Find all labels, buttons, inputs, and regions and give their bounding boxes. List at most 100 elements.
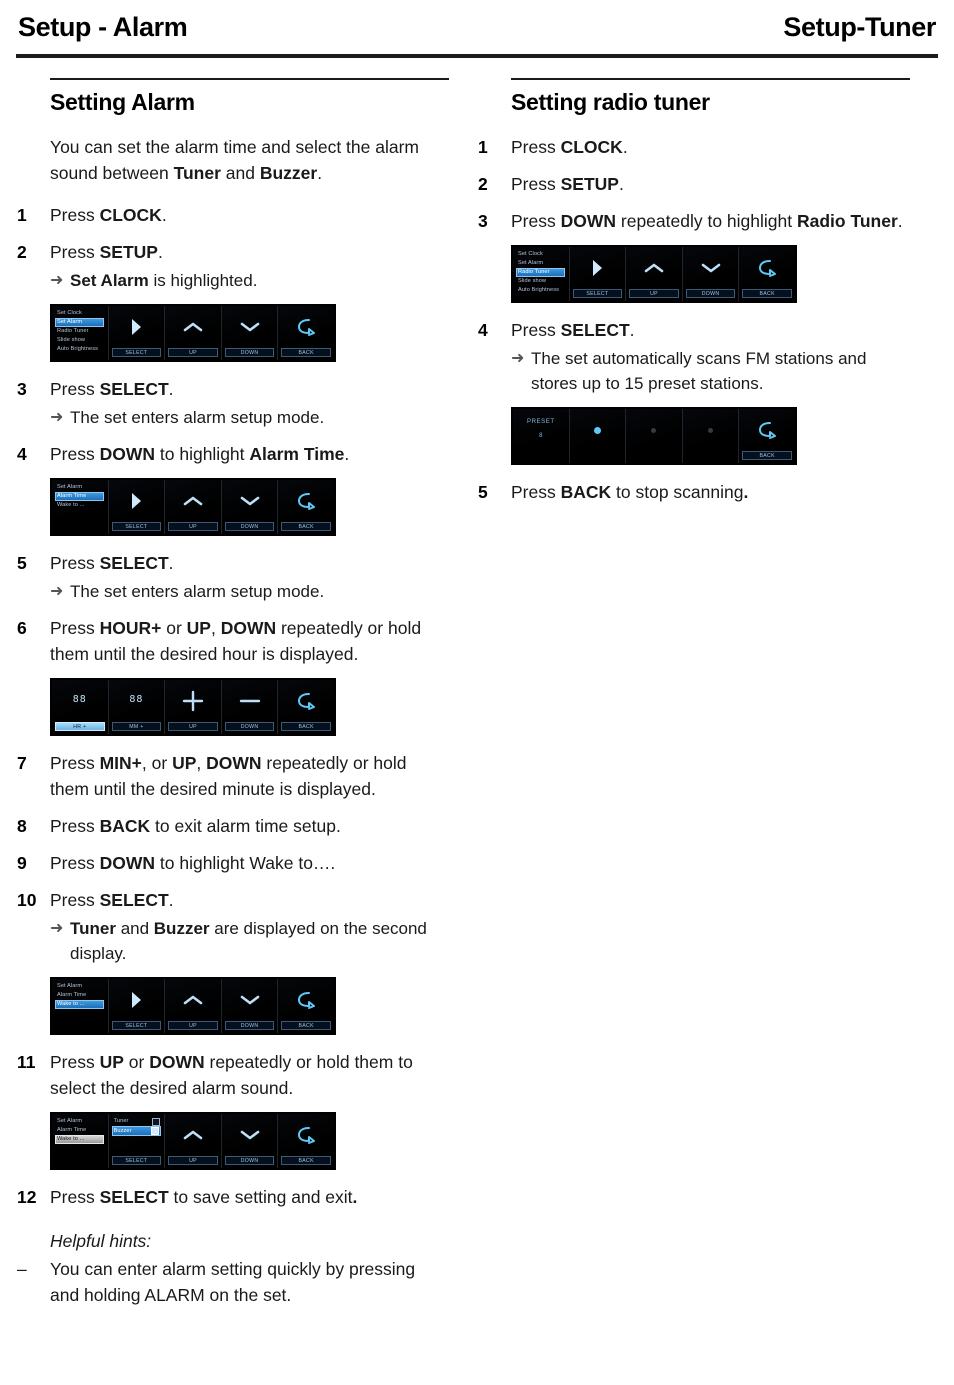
softkey-back[interactable]: BACK <box>281 522 331 531</box>
softkey-up[interactable]: UP <box>168 348 218 357</box>
device-screen-setup-menu-radio-tuner: Set Clock Set Alarm Radio Tuner Slide sh… <box>511 245 797 303</box>
step-text: Press CLOCK. <box>511 137 628 157</box>
menu-item[interactable]: Set Alarm <box>55 483 106 492</box>
menu-item[interactable]: Radio Tuner <box>55 327 106 336</box>
step-result: ➜ Set Alarm is highlighted. <box>50 268 449 293</box>
menu-item-highlighted[interactable]: Alarm Time <box>55 492 104 501</box>
softkey-up[interactable]: UP <box>168 522 218 531</box>
softkey-down[interactable]: DOWN <box>224 522 275 531</box>
menu-item[interactable]: Set Clock <box>55 309 106 318</box>
device-pane-up[interactable]: UP <box>165 979 222 1033</box>
softkey-hour-plus[interactable]: HR + <box>55 722 105 731</box>
softkey-down[interactable]: DOWN <box>685 289 736 298</box>
menu-item[interactable]: Wake to ... <box>55 501 106 510</box>
chevron-up-icon <box>165 310 221 344</box>
step-number: 5 <box>478 482 488 502</box>
device-pane-back[interactable]: BACK <box>739 409 795 463</box>
menu-item[interactable]: Set Alarm <box>55 1117 106 1126</box>
menu-item[interactable]: Alarm Time <box>55 991 106 1000</box>
menu-item[interactable]: Set Alarm <box>516 259 567 268</box>
softkey-back[interactable]: BACK <box>281 348 331 357</box>
device-pane-up[interactable]: UP <box>165 306 222 360</box>
step-row: 2 Press SETUP. ➜ Set Alarm is highlighte… <box>17 239 449 293</box>
menu-item[interactable]: Set Alarm <box>55 982 106 991</box>
softkey-down[interactable]: DOWN <box>224 722 275 731</box>
device-pane-down[interactable]: DOWN <box>221 306 279 360</box>
chevron-down-icon <box>222 484 278 518</box>
softkey-back[interactable]: BACK <box>742 451 792 460</box>
option-item-tuner[interactable]: Tuner <box>112 1117 162 1126</box>
menu-item[interactable]: Auto Brightness <box>516 286 567 295</box>
device-pane-select[interactable]: SELECT <box>108 306 166 360</box>
menu-item-highlighted[interactable]: Set Alarm <box>55 318 104 327</box>
softkey-select[interactable]: SELECT <box>111 348 162 357</box>
step-number: 3 <box>17 379 27 399</box>
option-item-buzzer-selected[interactable]: Buzzer <box>111 1126 162 1136</box>
menu-item[interactable]: Slide show <box>516 277 567 286</box>
device-pane-up[interactable]: UP <box>626 247 683 301</box>
checkbox-checked-icon[interactable] <box>151 1127 160 1135</box>
device-pane-down[interactable]: DOWN <box>221 1114 279 1168</box>
right-section-title: Setting radio tuner <box>511 89 710 115</box>
menu-item-highlighted[interactable]: Wake to ... <box>55 1135 104 1144</box>
device-pane-back[interactable]: BACK <box>278 1114 334 1168</box>
device-pane-down[interactable]: DOWN <box>221 979 279 1033</box>
step-text: Press SELECT. ➜ The set enters alarm set… <box>50 550 449 604</box>
softkey-select[interactable]: SELECT <box>111 1156 162 1165</box>
device-pane-minute[interactable]: 88 MM + <box>108 680 166 734</box>
device-pane-menu: Set Clock Set Alarm Radio Tuner Slide sh… <box>52 306 109 360</box>
device-pane-down[interactable]: DOWN <box>682 247 740 301</box>
step-result: ➜ The set automatically scans FM station… <box>511 346 910 396</box>
step-number: 3 <box>478 211 488 231</box>
step-result: ➜ The set enters alarm setup mode. <box>50 405 449 430</box>
step-row: 2 Press SETUP. <box>478 171 910 197</box>
play-right-icon <box>109 983 165 1017</box>
device-pane-back[interactable]: BACK <box>739 247 795 301</box>
device-pane-select[interactable]: SELECT <box>108 979 166 1033</box>
step-number: 2 <box>17 242 27 262</box>
device-pane-back[interactable]: BACK <box>278 480 334 534</box>
device-pane-hour[interactable]: 88 HR + <box>52 680 109 734</box>
softkey-back[interactable]: BACK <box>281 1156 331 1165</box>
play-right-icon <box>109 310 165 344</box>
softkey-down[interactable]: DOWN <box>224 348 275 357</box>
softkey-back[interactable]: BACK <box>281 1021 331 1030</box>
option-label: Tuner <box>113 1118 129 1124</box>
softkey-down[interactable]: DOWN <box>224 1156 275 1165</box>
softkey-back[interactable]: BACK <box>281 722 331 731</box>
device-pane-select[interactable]: SELECT <box>108 480 166 534</box>
menu-item[interactable]: Set Clock <box>516 250 567 259</box>
menu-item[interactable]: Slide show <box>55 336 106 345</box>
menu-item-highlighted[interactable]: Radio Tuner <box>516 268 565 277</box>
softkey-minute-plus[interactable]: MM + <box>111 722 162 731</box>
softkey-back[interactable]: BACK <box>742 289 792 298</box>
device-menu-list: Set Clock Set Alarm Radio Tuner Slide sh… <box>513 247 569 295</box>
softkey-up[interactable]: UP <box>168 722 218 731</box>
checkbox-icon[interactable] <box>152 1117 161 1126</box>
softkey-select[interactable]: SELECT <box>111 1021 162 1030</box>
device-pane-back[interactable]: BACK <box>278 306 334 360</box>
step-row: 11 Press UP or DOWN repeatedly or hold t… <box>17 1049 449 1101</box>
device-pane-back[interactable]: BACK <box>278 680 334 734</box>
softkey-up[interactable]: UP <box>168 1021 218 1030</box>
softkey-up[interactable]: UP <box>629 289 679 298</box>
softkey-select[interactable]: SELECT <box>572 289 623 298</box>
device-pane-up[interactable]: UP <box>165 1114 222 1168</box>
device-pane-back[interactable]: BACK <box>278 979 334 1033</box>
menu-item[interactable]: Auto Brightness <box>55 345 106 354</box>
device-pane-down[interactable]: DOWN <box>221 680 279 734</box>
result-arrow-icon: ➜ <box>50 920 64 937</box>
running-head: Setup - Alarm Setup-Tuner <box>14 12 940 60</box>
device-pane-options[interactable]: Tuner Buzzer SELECT <box>108 1114 166 1168</box>
menu-item[interactable]: Alarm Time <box>55 1126 106 1135</box>
softkey-down[interactable]: DOWN <box>224 1021 275 1030</box>
left-column: Setting Alarm You can set the alarm time… <box>17 78 449 1308</box>
step-row: 5 Press SELECT. ➜ The set enters alarm s… <box>17 550 449 604</box>
softkey-select[interactable]: SELECT <box>111 522 162 531</box>
device-pane-up[interactable]: UP <box>165 680 222 734</box>
device-pane-down[interactable]: DOWN <box>221 480 279 534</box>
device-pane-up[interactable]: UP <box>165 480 222 534</box>
menu-item-highlighted[interactable]: Wake to ... <box>55 1000 104 1009</box>
softkey-up[interactable]: UP <box>168 1156 218 1165</box>
device-pane-select[interactable]: SELECT <box>569 247 627 301</box>
